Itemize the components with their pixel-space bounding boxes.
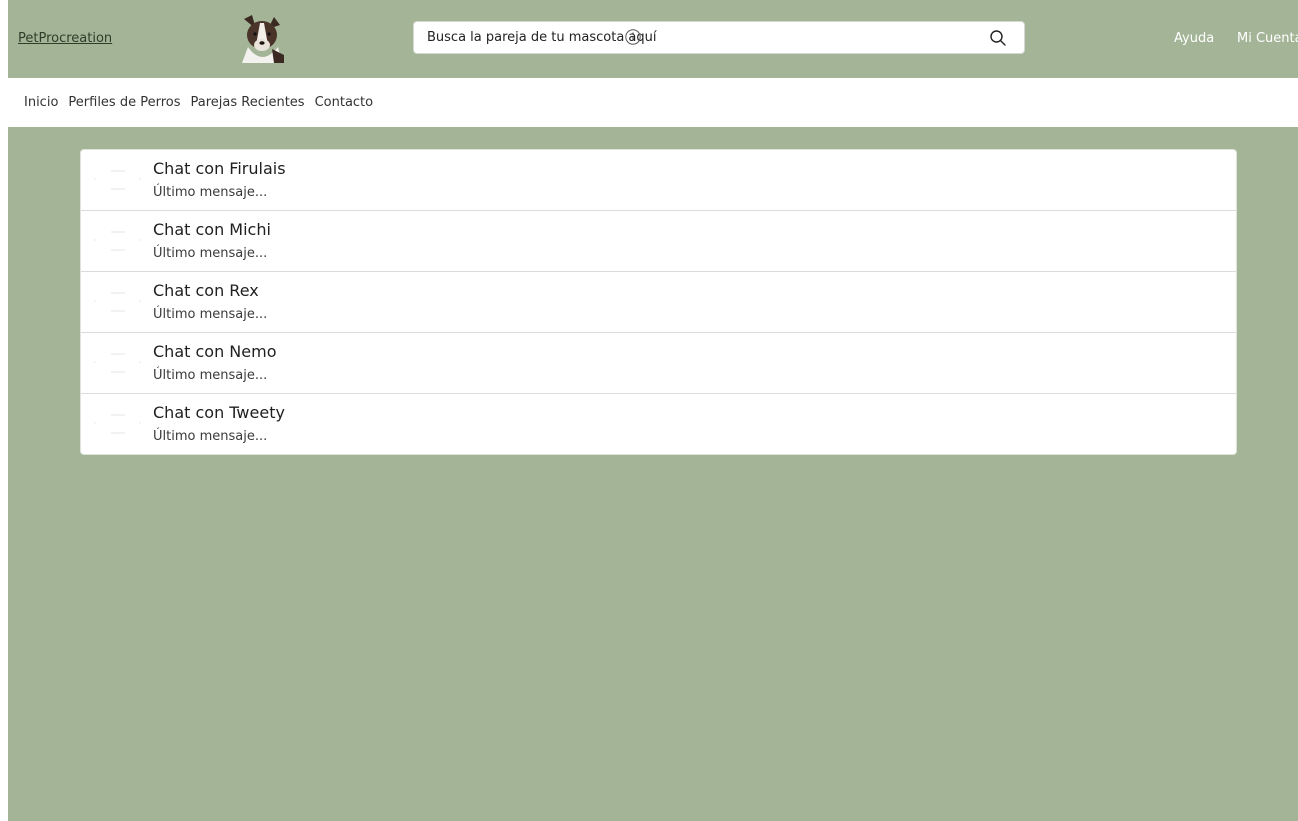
chat-last-message: Último mensaje... (153, 429, 268, 444)
dog-logo-icon (234, 13, 286, 63)
chat-last-message: Último mensaje... (153, 246, 268, 261)
nav-items: Inicio Perfiles de Perros Parejas Recien… (24, 95, 373, 110)
chat-list-item[interactable]: Chat con Tweety Último mensaje... (81, 394, 1236, 454)
nav-item-perfiles-de-perros[interactable]: Perfiles de Perros (68, 95, 180, 110)
chat-title: Chat con Tweety (153, 403, 285, 422)
chat-list-item[interactable]: Chat con Firulais Último mensaje... (81, 150, 1236, 211)
app-frame: PetProcreation Busca la pareja de tu mas… (8, 0, 1298, 821)
chat-last-message: Último mensaje... (153, 185, 268, 200)
chat-last-message: Último mensaje... (153, 307, 268, 322)
chat-list-item[interactable]: Chat con Michi Último mensaje... (81, 211, 1236, 272)
avatar-placeholder-icon (93, 226, 143, 256)
nav-item-inicio[interactable]: Inicio (24, 95, 58, 110)
search-input[interactable] (414, 22, 974, 53)
chat-list: Chat con Firulais Último mensaje... Chat… (80, 149, 1237, 455)
brand-link[interactable]: PetProcreation (18, 31, 112, 46)
info-icon[interactable] (624, 28, 642, 46)
chat-title: Chat con Rex (153, 281, 259, 300)
main-nav: Inicio Perfiles de Perros Parejas Recien… (8, 78, 1298, 127)
search-bar (413, 21, 1025, 54)
chat-list-item[interactable]: Chat con Rex Último mensaje... (81, 272, 1236, 333)
avatar-placeholder-icon (93, 165, 143, 195)
chat-title: Chat con Firulais (153, 159, 286, 178)
header-bar: PetProcreation Busca la pareja de tu mas… (8, 0, 1298, 78)
avatar-placeholder-icon (93, 287, 143, 317)
nav-item-contacto[interactable]: Contacto (315, 95, 374, 110)
search-icon[interactable] (988, 28, 1008, 48)
avatar-placeholder-icon (93, 409, 143, 439)
chat-last-message: Último mensaje... (153, 368, 268, 383)
chat-list-item[interactable]: Chat con Nemo Último mensaje... (81, 333, 1236, 394)
nav-item-parejas-recientes[interactable]: Parejas Recientes (191, 95, 305, 110)
my-account-link[interactable]: Mi Cuenta (1237, 31, 1298, 46)
chat-title: Chat con Michi (153, 220, 271, 239)
avatar-placeholder-icon (93, 348, 143, 378)
chat-title: Chat con Nemo (153, 342, 277, 361)
help-link[interactable]: Ayuda (1174, 31, 1214, 46)
